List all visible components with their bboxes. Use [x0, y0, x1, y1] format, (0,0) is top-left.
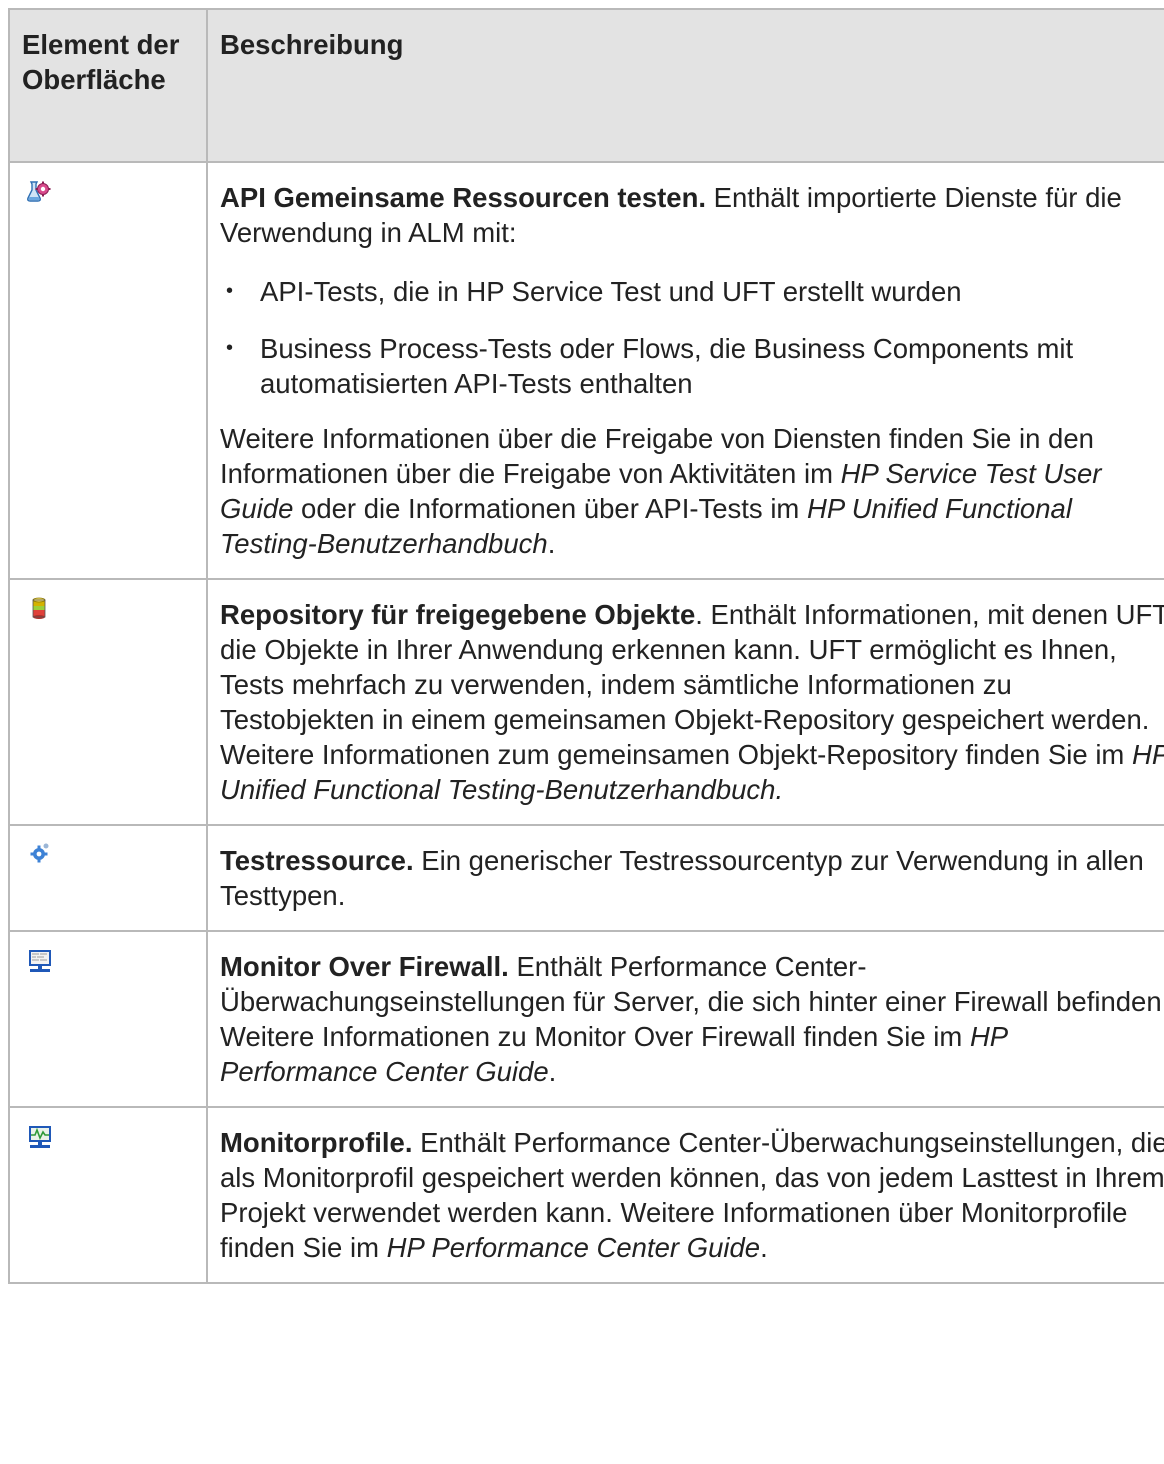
description-cell: Monitorprofile. Enthält Performance Cent…: [206, 1106, 1164, 1284]
bullet-icon: •: [226, 337, 234, 359]
list-item-text: Business Process-Tests oder Flows, die B…: [260, 333, 1074, 399]
description-cell: API Gemeinsame Ressourcen testen. Enthäl…: [206, 161, 1164, 580]
repository-cylinder-icon: [32, 597, 46, 619]
list-item: • Business Process-Tests oder Flows, die …: [220, 331, 1164, 401]
list-item: • API-Tests, die in HP Service Test und U…: [220, 274, 1164, 309]
icon-cell: [8, 930, 208, 1108]
item-text: .: [547, 528, 556, 559]
table-header-row: Element der Oberfläche Beschreibung: [8, 8, 1164, 163]
description-cell: Monitor Over Firewall. Enthält Performan…: [206, 930, 1164, 1108]
item-title: Repository für freigegebene Objekte: [220, 599, 696, 630]
item-title: Monitorprofile.: [220, 1127, 413, 1158]
description-paragraph: Monitorprofile. Enthält Performance Cent…: [220, 1125, 1164, 1265]
item-title: Testressource.: [220, 845, 414, 876]
table-row: Repository für freigegebene Objekte. Ent…: [8, 578, 1164, 826]
table-row: Testressource. Ein generischer Testresso…: [8, 824, 1164, 932]
bullet-list: • API-Tests, die in HP Service Test und U…: [220, 274, 1164, 401]
table-row: Monitor Over Firewall. Enthält Performan…: [8, 930, 1164, 1108]
header-ui-element: Element der Oberfläche: [8, 8, 208, 163]
description-paragraph: Repository für freigegebene Objekte. Ent…: [220, 597, 1164, 807]
description-cell: Testressource. Ein generischer Testresso…: [206, 824, 1164, 932]
description-paragraph: API Gemeinsame Ressourcen testen. Enthäl…: [220, 180, 1164, 250]
table-row: Monitorprofile. Enthält Performance Cent…: [8, 1106, 1164, 1284]
icon-cell: [8, 578, 208, 826]
description-paragraph: Monitor Over Firewall. Enthält Performan…: [220, 949, 1164, 1089]
header-description: Beschreibung: [206, 8, 1164, 163]
api-shared-resource-icon: [27, 181, 51, 202]
item-text: .: [760, 1232, 768, 1263]
icon-cell: [8, 161, 208, 580]
item-text: oder die Informationen über API-Tests im: [293, 493, 807, 524]
monitor-over-firewall-icon: [29, 950, 51, 972]
bullet-icon: •: [226, 280, 234, 302]
description-paragraph: Weitere Informationen über die Freigabe …: [220, 421, 1164, 561]
icon-cell: [8, 824, 208, 932]
item-text: .: [548, 1056, 557, 1087]
description-paragraph: Testressource. Ein generischer Testresso…: [220, 843, 1164, 913]
monitor-profile-icon: [29, 1126, 51, 1148]
ui-elements-table: Element der Oberfläche Beschreibung API …: [8, 8, 1164, 1284]
list-item-text: API-Tests, die in HP Service Test und UF…: [260, 276, 962, 307]
description-cell: Repository für freigegebene Objekte. Ent…: [206, 578, 1164, 826]
icon-cell: [8, 1106, 208, 1284]
guide-reference: HP Performance Center Guide: [386, 1232, 761, 1263]
item-title: API Gemeinsame Ressourcen testen.: [220, 182, 707, 213]
item-title: Monitor Over Firewall.: [220, 951, 509, 982]
table-row: API Gemeinsame Ressourcen testen. Enthäl…: [8, 161, 1164, 580]
test-resource-gear-icon: [30, 843, 49, 863]
